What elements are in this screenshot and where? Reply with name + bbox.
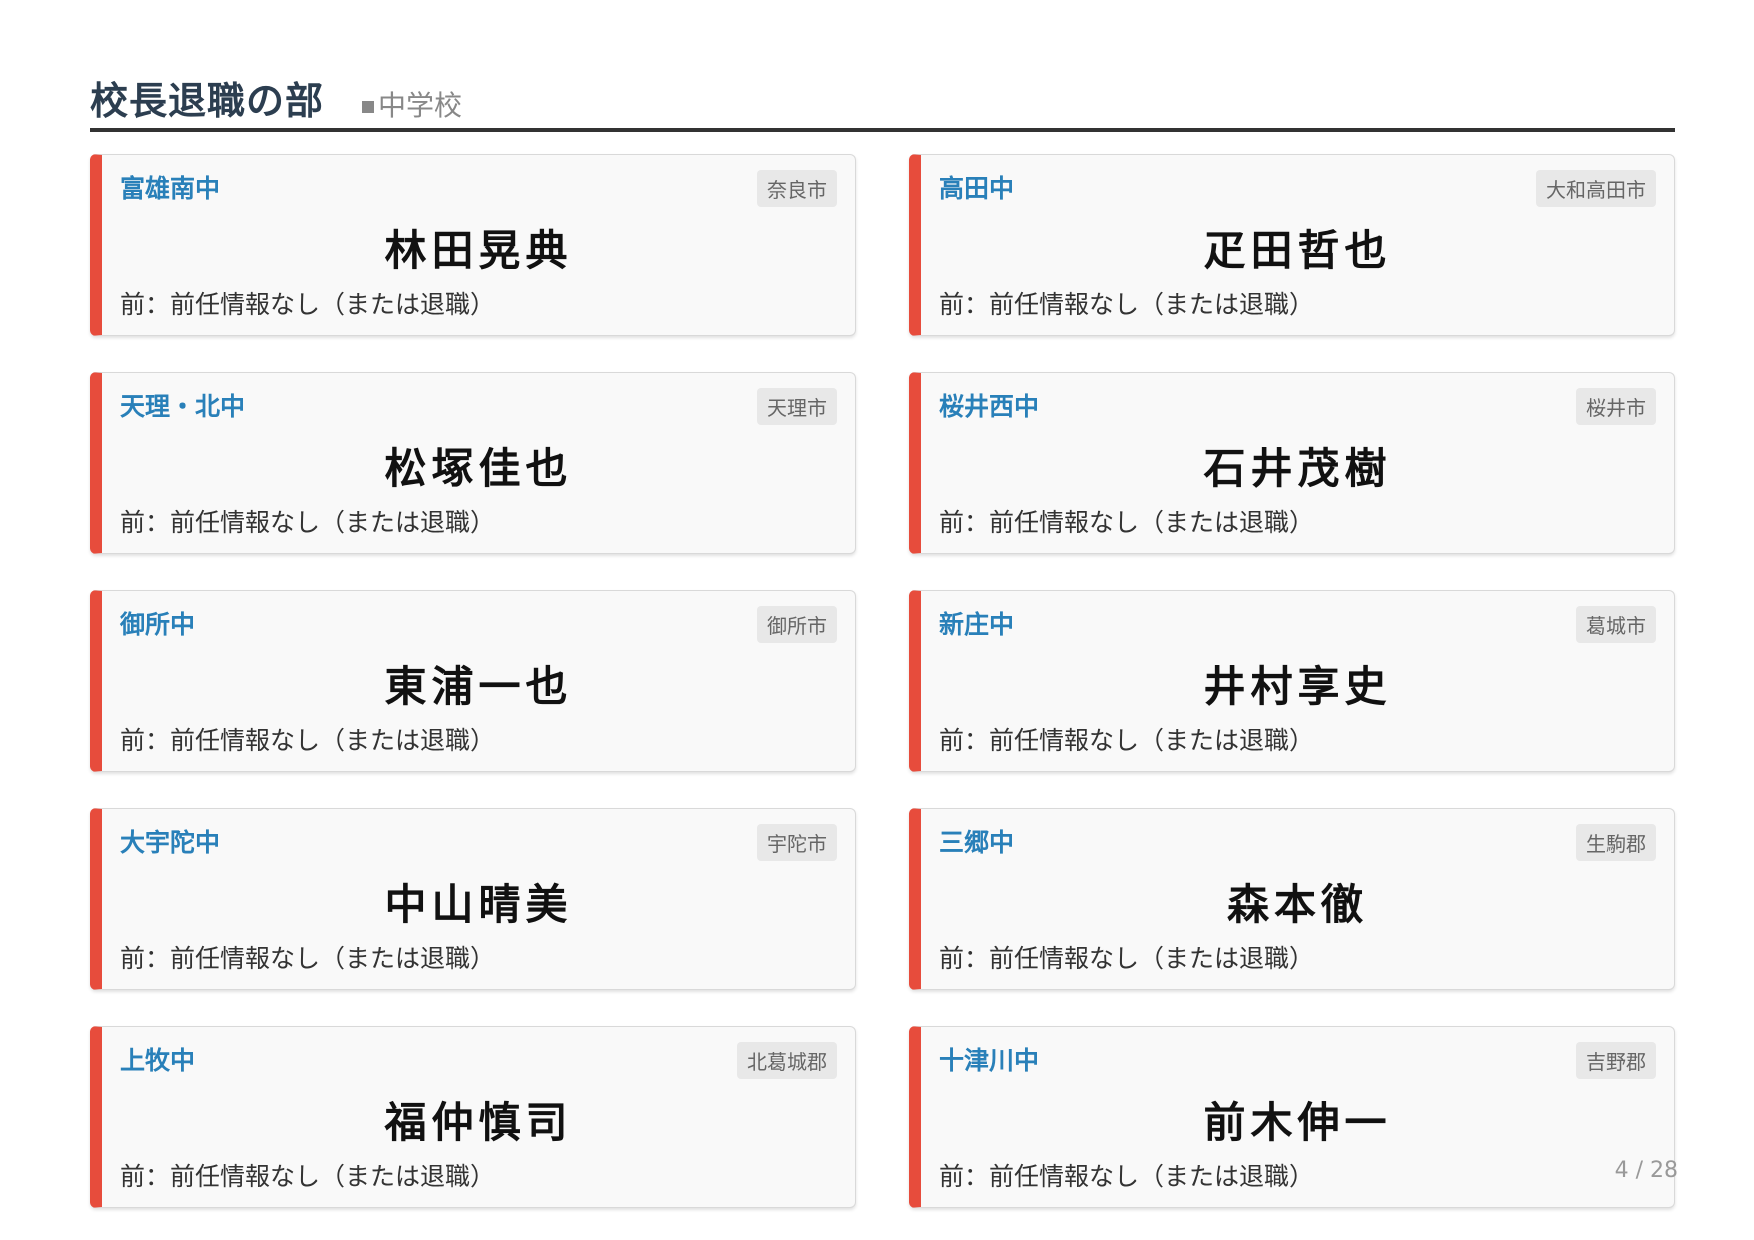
card: 高田中 大和高田市 疋田哲也 前：前任情報なし（または退職）: [909, 154, 1675, 336]
page-header: 校長退職の部 中学校: [90, 62, 1675, 132]
previous-info: 前：前任情報なし（または退職）: [120, 508, 496, 537]
school-name: 上牧中: [120, 1046, 196, 1075]
area-badge: 葛城市: [1576, 606, 1656, 643]
school-name: 高田中: [939, 174, 1015, 203]
card-grid: 富雄南中 奈良市 林田晃典 前：前任情報なし（または退職） 高田中 大和高田市 …: [90, 154, 1675, 1208]
principal-name: 松塚佳也: [384, 444, 573, 493]
principal-name: 井村享史: [1203, 662, 1392, 711]
school-name: 三郷中: [939, 828, 1015, 857]
area-badge: 大和高田市: [1536, 170, 1656, 207]
principal-name: 前木伸一: [1203, 1098, 1392, 1147]
previous-info: 前：前任情報なし（または退職）: [120, 1162, 496, 1191]
previous-info: 前：前任情報なし（または退職）: [939, 726, 1315, 755]
card: 天理・北中 天理市 松塚佳也 前：前任情報なし（または退職）: [90, 372, 856, 554]
previous-info: 前：前任情報なし（または退職）: [939, 290, 1315, 319]
school-name: 大宇陀中: [120, 828, 221, 857]
school-name: 天理・北中: [120, 392, 246, 421]
previous-info: 前：前任情報なし（または退職）: [120, 726, 496, 755]
principal-name: 中山晴美: [384, 880, 573, 929]
card: 大宇陀中 宇陀市 中山晴美 前：前任情報なし（または退職）: [90, 808, 856, 990]
previous-info: 前：前任情報なし（または退職）: [120, 944, 496, 973]
previous-info: 前：前任情報なし（または退職）: [120, 290, 496, 319]
area-badge: 宇陀市: [757, 824, 837, 861]
area-badge: 吉野郡: [1576, 1042, 1656, 1079]
area-badge: 北葛城郡: [737, 1042, 837, 1079]
school-name: 桜井西中: [939, 392, 1040, 421]
previous-info: 前：前任情報なし（または退職）: [939, 944, 1315, 973]
principal-name: 福仲慎司: [384, 1098, 573, 1147]
principal-name: 林田晃典: [384, 226, 573, 275]
area-badge: 桜井市: [1576, 388, 1656, 425]
school-name: 御所中: [120, 610, 196, 639]
principal-name: 森本徹: [1226, 880, 1368, 929]
area-badge: 奈良市: [757, 170, 837, 207]
area-badge: 生駒郡: [1576, 824, 1656, 861]
area-badge: 天理市: [757, 388, 837, 425]
card: 新庄中 葛城市 井村享史 前：前任情報なし（または退職）: [909, 590, 1675, 772]
card: 十津川中 吉野郡 前木伸一 前：前任情報なし（または退職）: [909, 1026, 1675, 1208]
school-name: 富雄南中: [120, 174, 221, 203]
page-number: 4 / 28: [1614, 1158, 1678, 1183]
card: 三郷中 生駒郡 森本徹 前：前任情報なし（または退職）: [909, 808, 1675, 990]
page-subtitle: 中学校: [362, 84, 462, 124]
area-badge: 御所市: [757, 606, 837, 643]
school-name: 十津川中: [939, 1046, 1040, 1075]
card: 御所中 御所市 東浦一也 前：前任情報なし（または退職）: [90, 590, 856, 772]
previous-info: 前：前任情報なし（または退職）: [939, 508, 1315, 537]
card: 富雄南中 奈良市 林田晃典 前：前任情報なし（または退職）: [90, 154, 856, 336]
school-name: 新庄中: [939, 610, 1015, 639]
previous-info: 前：前任情報なし（または退職）: [939, 1162, 1315, 1191]
square-icon: [362, 101, 374, 113]
principal-name: 石井茂樹: [1203, 444, 1392, 493]
principal-name: 疋田哲也: [1203, 226, 1392, 275]
principal-name: 東浦一也: [384, 662, 573, 711]
page-subtitle-text: 中学校: [378, 89, 463, 122]
card: 桜井西中 桜井市 石井茂樹 前：前任情報なし（または退職）: [909, 372, 1675, 554]
card: 上牧中 北葛城郡 福仲慎司 前：前任情報なし（または退職）: [90, 1026, 856, 1208]
page-title: 校長退職の部: [90, 79, 325, 123]
